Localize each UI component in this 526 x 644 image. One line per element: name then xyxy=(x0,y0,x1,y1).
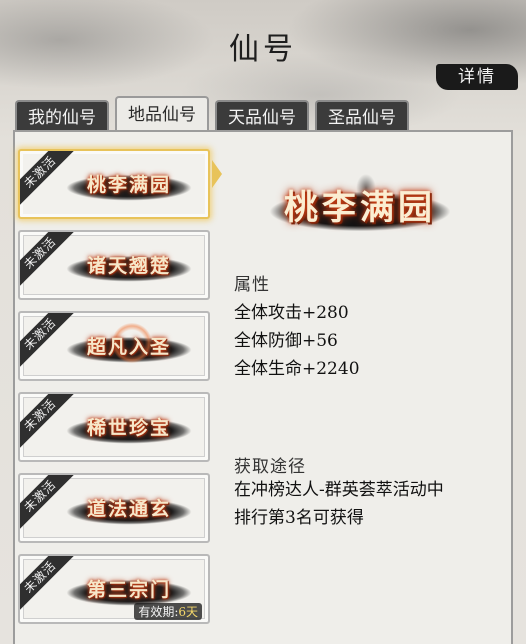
title-card-chaofan[interactable]: 未激活 超凡入圣 xyxy=(18,311,210,381)
tab-earth-grade[interactable]: 地品仙号 xyxy=(115,96,209,130)
attribute-defense: 全体防御+56 xyxy=(234,331,338,351)
title-card-name: 道法通玄 xyxy=(86,498,171,520)
title-card-xishi[interactable]: 未激活 稀世珍宝 xyxy=(18,392,210,462)
tab-bar: 我的仙号 地品仙号 天品仙号 圣品仙号 xyxy=(15,96,409,132)
title-card-name: 诸天翘楚 xyxy=(86,255,171,277)
selected-title-banner: 桃李满园 xyxy=(250,164,470,240)
tab-saint-grade[interactable]: 圣品仙号 xyxy=(315,100,409,132)
source-heading: 获取途径 xyxy=(234,457,306,477)
title-card-taoli[interactable]: 未激活 桃李满园 xyxy=(18,149,210,219)
source-line-1: 在冲榜达人-群英荟萃活动中 xyxy=(234,480,444,500)
title-card-daofa[interactable]: 未激活 道法通玄 xyxy=(18,473,210,543)
detail-button[interactable]: 详情 xyxy=(436,64,518,90)
validity-value: 6天 xyxy=(178,605,198,619)
tab-heaven-grade[interactable]: 天品仙号 xyxy=(215,100,309,132)
title-card-disan[interactable]: 未激活 第三宗门 有效期:6天 xyxy=(18,554,210,624)
attribute-health: 全体生命+2240 xyxy=(234,359,360,379)
attributes-heading: 属性 xyxy=(234,275,270,295)
title-card-name: 稀世珍宝 xyxy=(86,417,171,439)
selection-pointer-icon xyxy=(212,160,222,188)
tab-my-titles[interactable]: 我的仙号 xyxy=(15,100,109,132)
selected-title-name: 桃李满园 xyxy=(284,188,436,228)
title-card-name: 超凡入圣 xyxy=(86,336,171,358)
attribute-attack: 全体攻击+280 xyxy=(234,303,349,323)
title-card-zhutian[interactable]: 未激活 诸天翘楚 xyxy=(18,230,210,300)
title-card-name: 桃李满园 xyxy=(86,174,171,196)
source-line-2: 排行第3名可获得 xyxy=(234,508,364,528)
validity-label: 有效期: xyxy=(138,605,179,619)
page-title: 仙号 xyxy=(229,32,297,67)
validity-badge: 有效期:6天 xyxy=(134,603,202,620)
